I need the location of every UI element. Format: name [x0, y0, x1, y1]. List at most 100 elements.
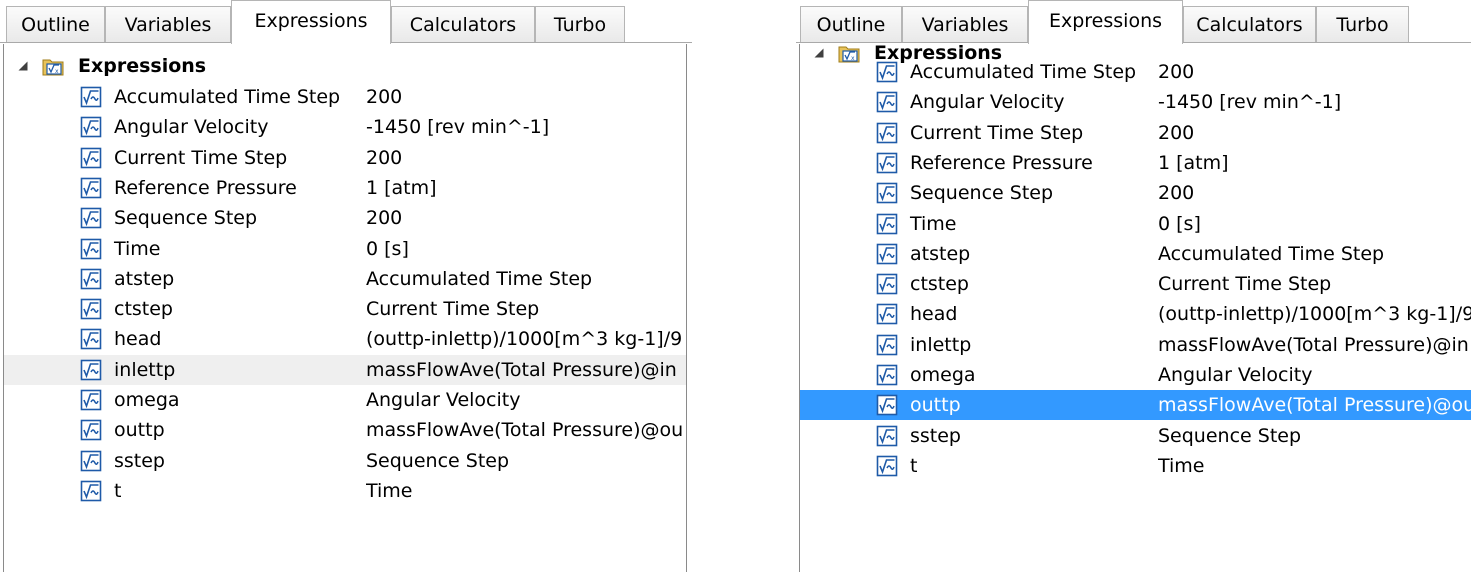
expression-value: Accumulated Time Step — [366, 267, 593, 290]
expression-icon — [876, 243, 898, 265]
expression-row-sequence-step[interactable]: Sequence Step 200 — [4, 203, 686, 233]
expression-name: outtp — [114, 419, 165, 442]
expression-row-outtp[interactable]: outtp massFlowAve(Total Pressure)@ou — [800, 390, 1471, 421]
expression-icon — [80, 177, 102, 199]
expression-value: 200 — [366, 86, 403, 108]
tab-bar: Outline Variables Expressions Calculators Tu… — [796, 0, 1471, 44]
expression-row-t[interactable]: t Time — [800, 451, 1471, 481]
expression-icon — [80, 298, 102, 320]
tab-turbo[interactable]: Turbo — [1316, 6, 1409, 42]
expression-row-sequence-step[interactable]: Sequence Step 200 — [800, 178, 1471, 208]
expression-value: Angular Velocity — [1158, 364, 1313, 386]
expression-row-reference-pressure[interactable]: Reference Pressure 1 [atm] — [800, 148, 1471, 178]
expression-value: 0 [s] — [366, 237, 409, 260]
tab-expressions[interactable]: Expressions — [1028, 0, 1183, 44]
expression-row-angular-velocity[interactable]: Angular Velocity -1450 [rev min^-1] — [4, 112, 686, 142]
tab-divider — [391, 42, 692, 43]
tab-bar: Outline Variables Expressions Calculators Tu… — [0, 0, 692, 44]
expression-name: outtp — [910, 394, 961, 417]
expression-row-inlettp[interactable]: inlettp massFlowAve(Total Pressure)@in — [800, 330, 1471, 360]
expression-icon — [876, 182, 898, 204]
expression-value: Time — [1158, 454, 1205, 477]
expression-row-sstep[interactable]: sstep Sequence Step — [4, 446, 686, 476]
expression-row-sstep[interactable]: sstep Sequence Step — [800, 421, 1471, 451]
expression-icon — [80, 480, 102, 502]
expression-value: Angular Velocity — [366, 389, 521, 411]
expression-icon — [876, 122, 898, 144]
expression-value: (outtp-inlettp)/1000[m^3 kg-1]/9 — [366, 328, 683, 351]
expression-name: inlettp — [910, 333, 972, 356]
expression-icon — [876, 303, 898, 325]
expression-icon — [876, 61, 898, 83]
expression-value: 0 [s] — [1158, 212, 1201, 235]
expression-name: atstep — [114, 267, 175, 290]
expressions-tree[interactable]: x Expressions Accumulated Time Step 200 Angu… — [3, 44, 687, 572]
expression-icon — [80, 328, 102, 350]
tab-outline[interactable]: Outline — [6, 6, 105, 42]
expression-icon — [876, 91, 898, 113]
expressions-tree[interactable]: x Expressions Accumulated Time Step 200 Angu… — [799, 44, 1471, 572]
tab-variables[interactable]: Variables — [105, 6, 231, 42]
expression-row-omega[interactable]: omega Angular Velocity — [800, 360, 1471, 390]
expression-row-accumulated-time-step[interactable]: Accumulated Time Step 200 — [4, 82, 686, 112]
expression-value: 1 [atm] — [1158, 151, 1229, 174]
expression-name: Angular Velocity — [910, 91, 1065, 114]
expression-icon — [876, 425, 898, 447]
expression-value: (outtp-inlettp)/1000[m^3 kg-1]/9 — [1158, 303, 1471, 326]
expression-row-outtp[interactable]: outtp massFlowAve(Total Pressure)@ou — [4, 415, 686, 445]
tree-root-expressions[interactable]: x Expressions — [4, 52, 686, 82]
expression-name: ctstep — [910, 273, 969, 296]
expression-value: -1450 [rev min^-1] — [366, 116, 550, 139]
expression-value: Accumulated Time Step — [1158, 242, 1385, 265]
expression-name: Accumulated Time Step — [910, 61, 1137, 83]
expression-name: head — [910, 303, 958, 326]
expression-row-ctstep[interactable]: ctstep Current Time Step — [800, 269, 1471, 299]
expression-name: Reference Pressure — [114, 176, 297, 199]
expression-name: omega — [114, 389, 180, 411]
expression-row-omega[interactable]: omega Angular Velocity — [4, 385, 686, 415]
tab-expressions[interactable]: Expressions — [231, 0, 391, 44]
tab-calculators[interactable]: Calculators — [391, 6, 535, 42]
expression-name: Current Time Step — [114, 146, 288, 169]
expression-icon — [876, 334, 898, 356]
expression-row-atstep[interactable]: atstep Accumulated Time Step — [800, 239, 1471, 269]
expression-value: -1450 [rev min^-1] — [1158, 91, 1342, 114]
expression-row-atstep[interactable]: atstep Accumulated Time Step — [4, 264, 686, 294]
expression-icon — [80, 450, 102, 472]
expression-row-current-time-step[interactable]: Current Time Step 200 — [800, 118, 1471, 148]
expression-row-reference-pressure[interactable]: Reference Pressure 1 [atm] — [4, 173, 686, 203]
tab-outline[interactable]: Outline — [800, 6, 902, 42]
expression-row-head[interactable]: head (outtp-inlettp)/1000[m^3 kg-1]/9 — [4, 324, 686, 354]
tab-divider — [0, 42, 231, 43]
expression-value: 200 — [366, 207, 403, 230]
expression-row-inlettp[interactable]: inlettp massFlowAve(Total Pressure)@in — [4, 354, 686, 385]
expression-name: ctstep — [114, 298, 173, 321]
tab-calculators[interactable]: Calculators — [1183, 6, 1316, 42]
expression-value: Time — [366, 479, 413, 502]
tab-turbo[interactable]: Turbo — [535, 6, 625, 42]
expression-value: 200 — [1158, 182, 1195, 205]
expression-name: head — [114, 328, 162, 351]
expressions-panel-left: Outline Variables Expressions Calculators Tu… — [0, 0, 692, 572]
tab-variables[interactable]: Variables — [902, 6, 1028, 42]
expression-row-angular-velocity[interactable]: Angular Velocity -1450 [rev min^-1] — [800, 87, 1471, 117]
expression-icon — [876, 213, 898, 235]
expression-name: t — [114, 479, 122, 502]
expression-row-current-time-step[interactable]: Current Time Step 200 — [4, 143, 686, 173]
expression-row-ctstep[interactable]: ctstep Current Time Step — [4, 294, 686, 324]
expression-name: Accumulated Time Step — [114, 86, 341, 108]
expression-icon — [80, 147, 102, 169]
expression-value: Sequence Step — [1158, 424, 1302, 447]
expression-row-t[interactable]: t Time — [4, 476, 686, 506]
expand-triangle-icon[interactable] — [18, 61, 28, 71]
expression-row-accumulated-time-step[interactable]: Accumulated Time Step 200 — [800, 57, 1471, 87]
expression-name: Time — [114, 237, 161, 260]
expression-icon — [80, 268, 102, 290]
expression-row-head[interactable]: head (outtp-inlettp)/1000[m^3 kg-1]/9 — [800, 299, 1471, 329]
expression-row-time[interactable]: Time 0 [s] — [800, 209, 1471, 239]
expression-row-time[interactable]: Time 0 [s] — [4, 234, 686, 264]
expression-icon — [80, 116, 102, 138]
expression-name: inlettp — [114, 358, 176, 381]
expression-icon — [80, 389, 102, 411]
expression-value: Current Time Step — [366, 298, 540, 321]
